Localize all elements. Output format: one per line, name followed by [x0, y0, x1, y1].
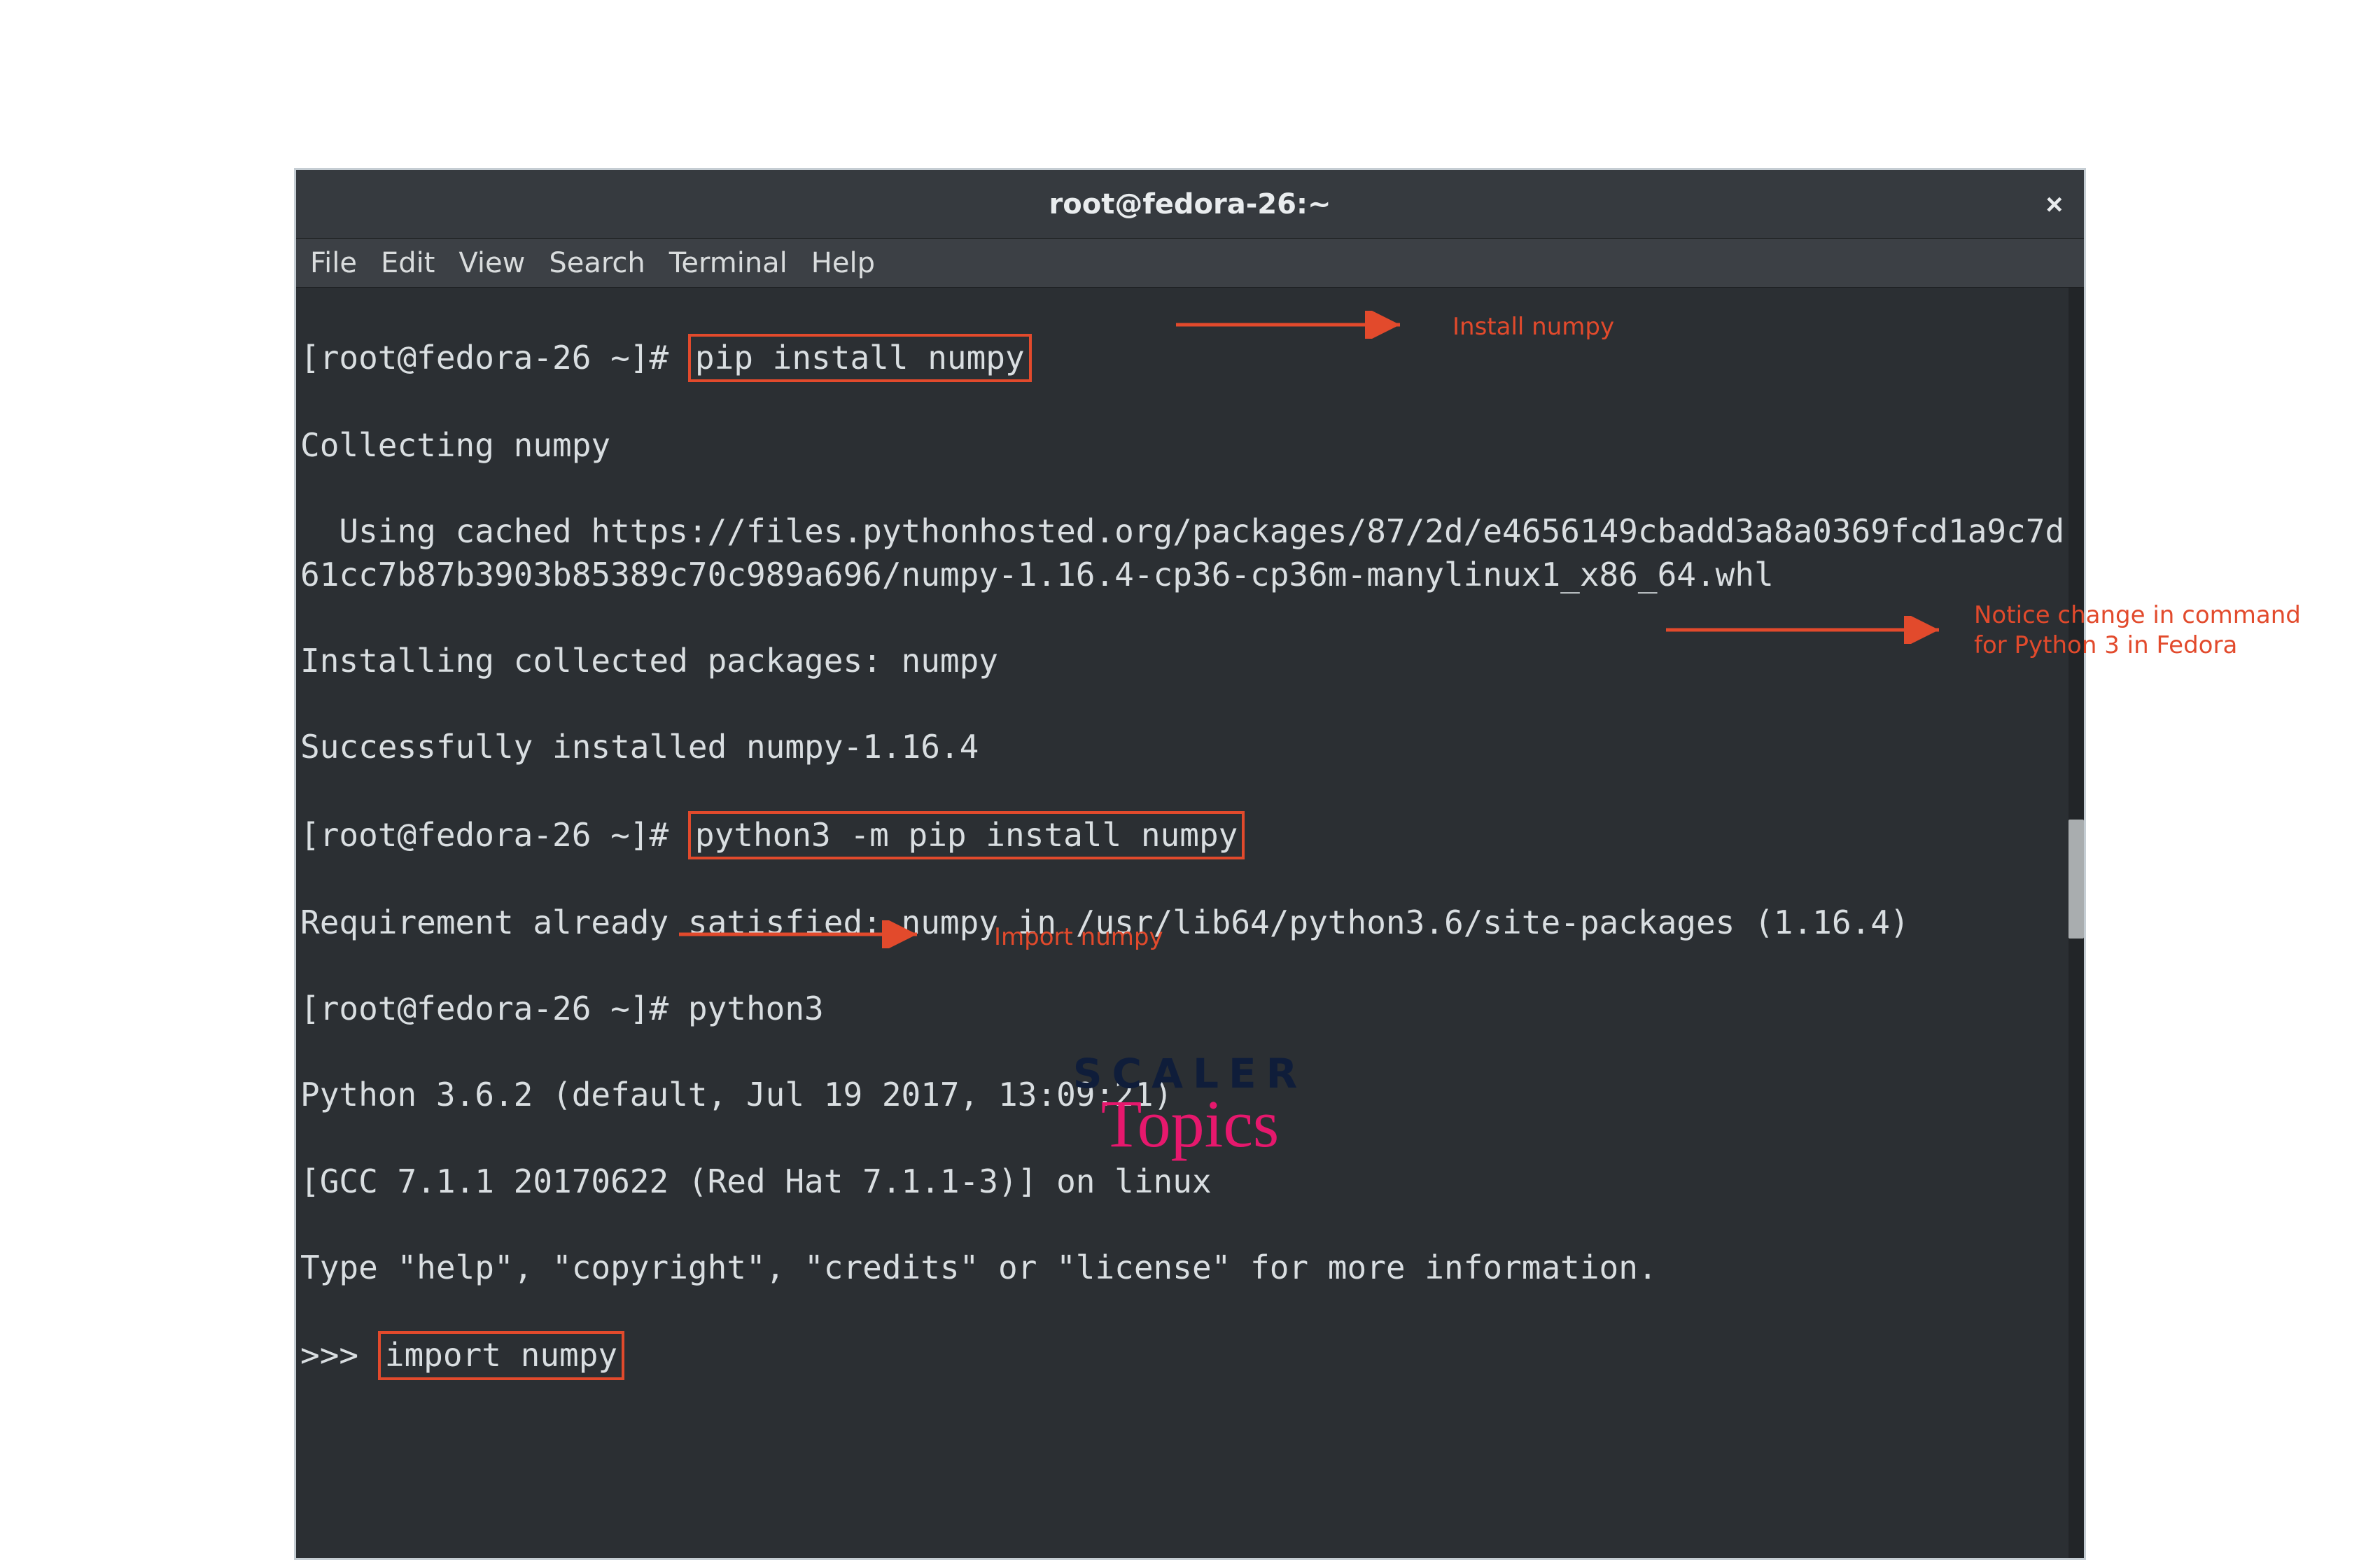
menu-view[interactable]: View — [458, 247, 525, 279]
cmd-pip-install: pip install numpy — [695, 339, 1025, 377]
term-line-5: Successfully installed numpy-1.16.4 — [300, 726, 2080, 769]
logo-topics-text: Topics — [1073, 1085, 1307, 1162]
term-line-7: Requirement already satisfied: numpy in … — [300, 901, 2080, 945]
term-line-2: Collecting numpy — [300, 424, 2080, 468]
brand-logo: SCALER Topics — [1073, 1050, 1307, 1162]
highlight-pip-install: pip install numpy — [688, 334, 1032, 383]
python-prompt: >>> — [300, 1336, 378, 1374]
cmd-import-numpy: import numpy — [385, 1336, 617, 1374]
highlight-import-numpy: import numpy — [378, 1331, 624, 1380]
cmd-python3-pip: python3 -m pip install numpy — [695, 816, 1238, 854]
highlight-python3-pip: python3 -m pip install numpy — [688, 811, 1245, 860]
annotation-label-notice: Notice change in command for Python 3 in… — [1974, 600, 2301, 660]
term-line-4: Installing collected packages: numpy — [300, 640, 2080, 683]
terminal-window: root@fedora-26:~ × File Edit View Search… — [294, 168, 2086, 1560]
menu-help[interactable]: Help — [811, 247, 875, 279]
term-line-11: Type "help", "copyright", "credits" or "… — [300, 1246, 2080, 1290]
menu-file[interactable]: File — [310, 247, 357, 279]
scrollbar-track[interactable] — [2068, 288, 2084, 1558]
term-line-8: [root@fedora-26 ~]# python3 — [300, 988, 2080, 1031]
stage: root@fedora-26:~ × File Edit View Search… — [294, 168, 2086, 1560]
shell-prompt: [root@fedora-26 ~]# — [300, 339, 688, 377]
menubar: File Edit View Search Terminal Help — [296, 239, 2084, 288]
term-line-10: [GCC 7.1.1 20170622 (Red Hat 7.1.1-3)] o… — [300, 1160, 2080, 1204]
term-line-6: [root@fedora-26 ~]# python3 -m pip insta… — [300, 813, 2080, 859]
annotation-label-notice-l1: Notice change in command — [1974, 601, 2301, 629]
close-icon[interactable]: × — [2045, 190, 2063, 219]
term-line-12: >>> import numpy — [300, 1333, 2080, 1379]
titlebar: root@fedora-26:~ × — [296, 170, 2084, 239]
term-line-1: [root@fedora-26 ~]# pip install numpy — [300, 335, 2080, 381]
menu-terminal[interactable]: Terminal — [669, 247, 788, 279]
annotation-label-notice-l2: for Python 3 in Fedora — [1974, 631, 2237, 659]
term-line-3: Using cached https://files.pythonhosted.… — [300, 510, 2080, 596]
shell-prompt: [root@fedora-26 ~]# — [300, 816, 688, 854]
window-title: root@fedora-26:~ — [1049, 188, 1331, 220]
annotation-label-import: Import numpy — [994, 922, 1163, 953]
menu-edit[interactable]: Edit — [381, 247, 435, 279]
terminal-body[interactable]: [root@fedora-26 ~]# pip install numpy Co… — [296, 288, 2084, 1558]
scrollbar-thumb[interactable] — [2068, 820, 2084, 939]
menu-search[interactable]: Search — [549, 247, 645, 279]
annotation-label-install: Install numpy — [1452, 312, 1614, 342]
